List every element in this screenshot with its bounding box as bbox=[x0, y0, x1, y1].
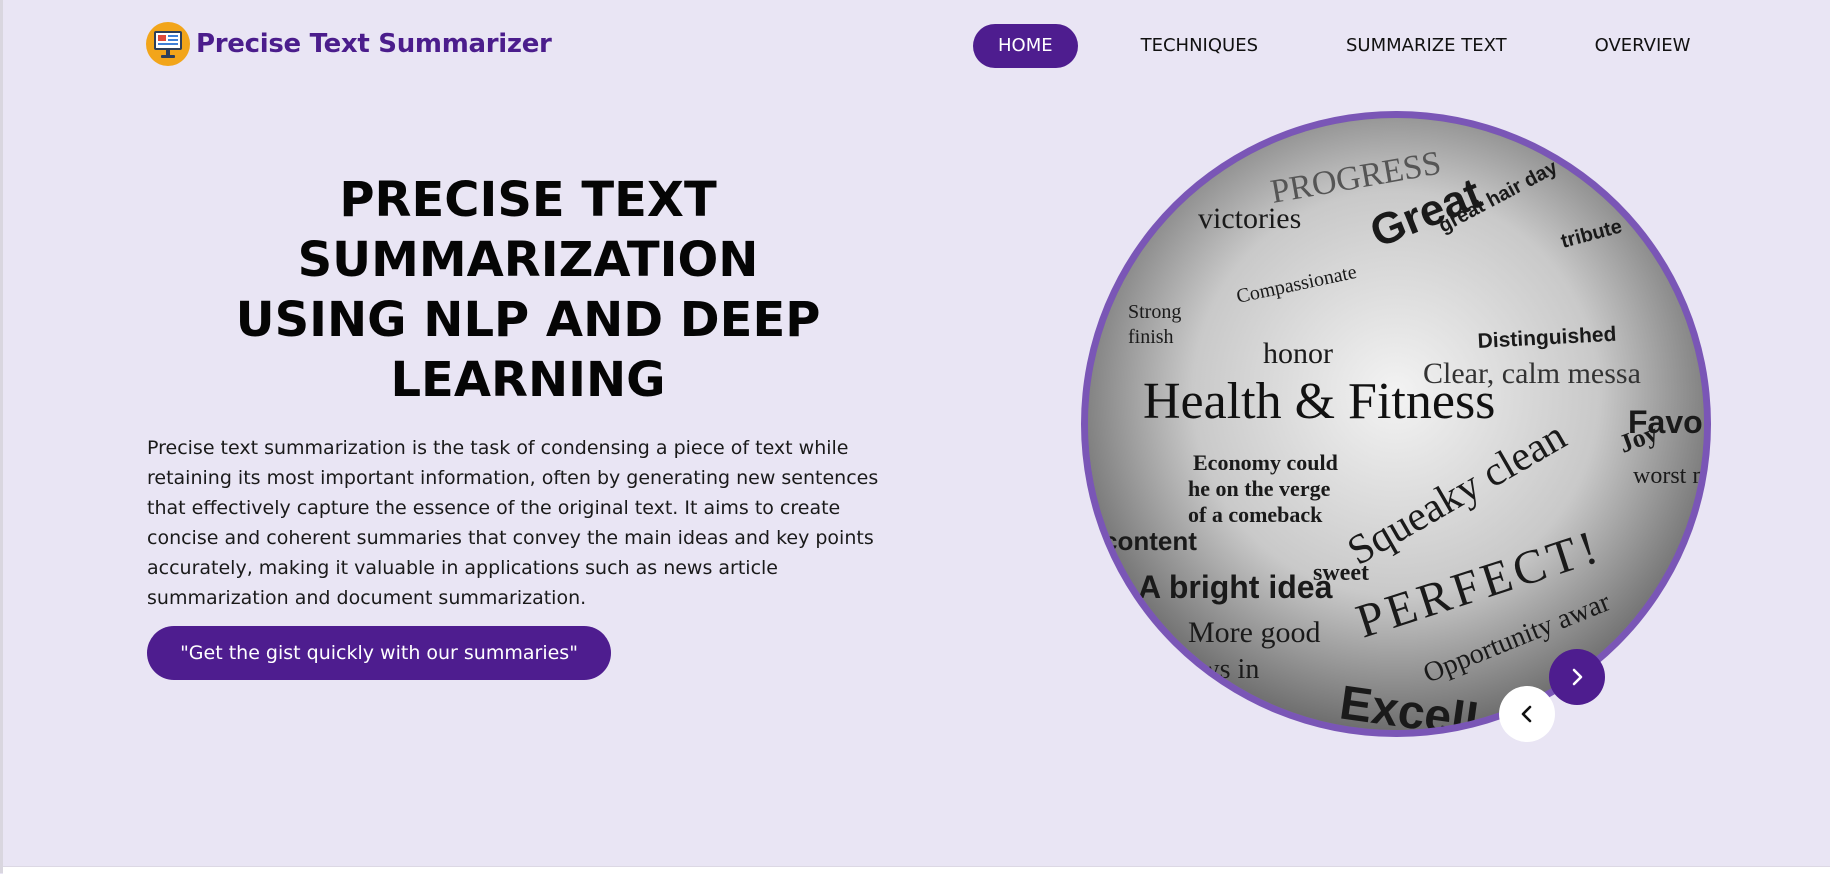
cta-button[interactable]: "Get the gist quickly with our summaries… bbox=[147, 626, 611, 680]
newspaper-collage-image: PROGRESS victories Great great hair day … bbox=[1088, 118, 1704, 730]
carousel-image: PROGRESS victories Great great hair day … bbox=[1081, 111, 1711, 737]
carousel-next-button[interactable] bbox=[1549, 649, 1605, 705]
nav-summarize-text[interactable]: SUMMARIZE TEXT bbox=[1346, 24, 1507, 68]
collage-word: worst m bbox=[1633, 463, 1704, 489]
carousel-prev-button[interactable] bbox=[1499, 686, 1555, 742]
nav-home[interactable]: HOME bbox=[973, 24, 1078, 68]
collage-word: Economy could bbox=[1193, 450, 1338, 475]
hero-title-line: USING NLP AND DEEP bbox=[235, 292, 821, 348]
collage-word: victories bbox=[1198, 202, 1301, 235]
hero-title-line: SUMMARIZATION bbox=[297, 232, 759, 288]
collage-word: sweet bbox=[1313, 560, 1369, 586]
brand-logo-link[interactable]: Precise Text Summarizer bbox=[146, 22, 552, 66]
collage-word: Strong bbox=[1128, 301, 1181, 323]
collage-word: A bright idea bbox=[1138, 569, 1333, 605]
brand-name: Precise Text Summarizer bbox=[196, 29, 552, 59]
hero-title-line: PRECISE TEXT bbox=[339, 172, 717, 228]
main-nav: HOME TECHNIQUES SUMMARIZE TEXT OVERVIEW bbox=[973, 24, 1690, 68]
nav-overview[interactable]: OVERVIEW bbox=[1595, 24, 1691, 68]
hero-title-line: LEARNING bbox=[390, 352, 666, 408]
chevron-right-icon bbox=[1572, 668, 1583, 686]
collage-word: Clear, calm messa bbox=[1423, 357, 1641, 390]
collage-word: More good bbox=[1188, 616, 1320, 649]
nav-techniques[interactable]: TECHNIQUES bbox=[1141, 24, 1258, 68]
monitor-document-icon bbox=[146, 22, 190, 66]
collage-word: he on the verge bbox=[1188, 476, 1331, 501]
collage-word: finish bbox=[1128, 326, 1174, 348]
chevron-left-icon bbox=[1521, 705, 1532, 723]
collage-word: news in bbox=[1173, 654, 1259, 685]
collage-word: honor bbox=[1263, 337, 1333, 370]
hero-title: PRECISE TEXT SUMMARIZATION USING NLP AND… bbox=[233, 170, 823, 410]
hero-description: Precise text summarization is the task o… bbox=[147, 437, 879, 609]
collage-word: content bbox=[1103, 526, 1197, 556]
collage-word: of a comeback bbox=[1188, 502, 1323, 527]
